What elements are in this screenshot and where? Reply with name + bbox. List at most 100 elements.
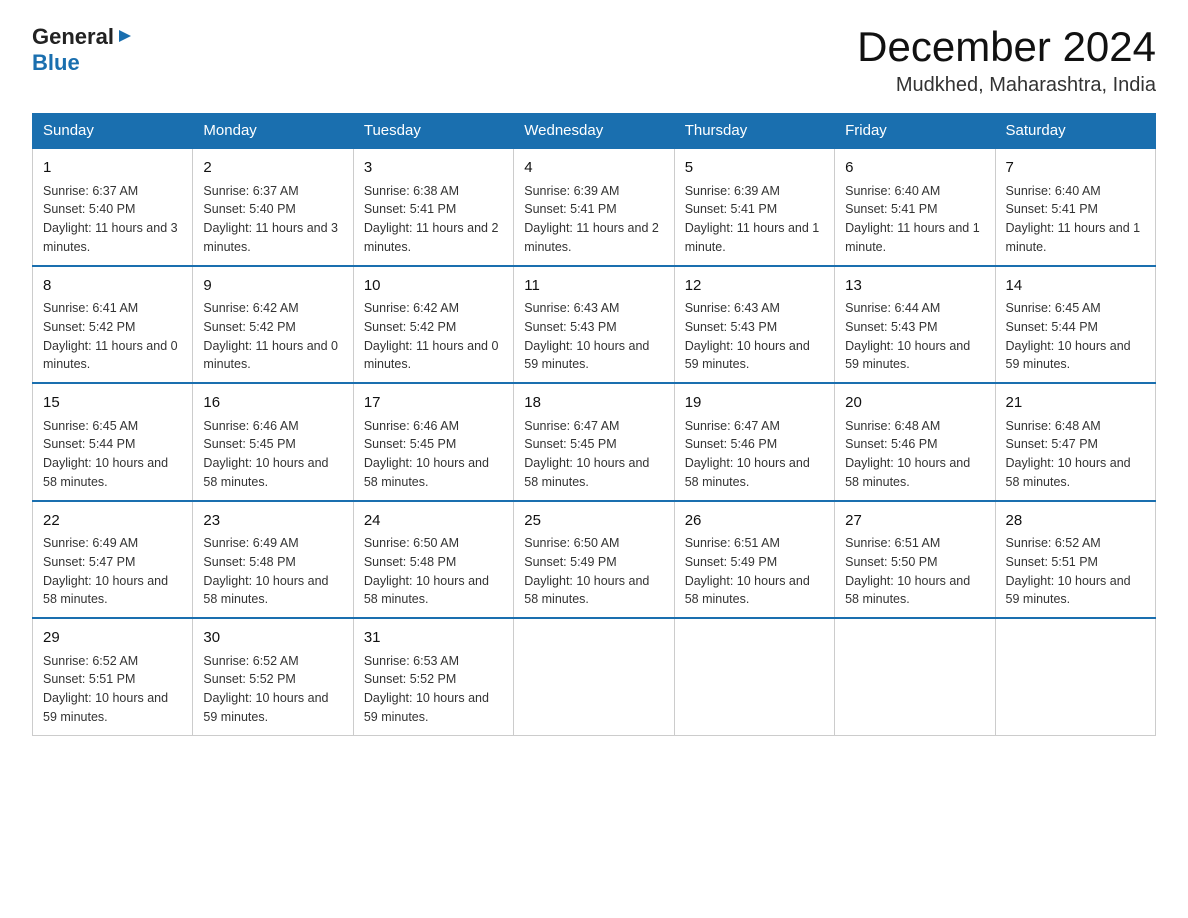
day-info: Sunrise: 6:40 AMSunset: 5:41 PMDaylight:… <box>845 182 984 257</box>
day-number: 26 <box>685 510 824 533</box>
day-info: Sunrise: 6:46 AMSunset: 5:45 PMDaylight:… <box>364 417 503 492</box>
calendar-cell: 30Sunrise: 6:52 AMSunset: 5:52 PMDayligh… <box>193 618 353 735</box>
calendar-cell: 2Sunrise: 6:37 AMSunset: 5:40 PMDaylight… <box>193 148 353 266</box>
calendar-subtitle: Mudkhed, Maharashtra, India <box>857 74 1156 97</box>
day-number: 17 <box>364 392 503 415</box>
page-header: General Blue December 2024 Mudkhed, Maha… <box>32 24 1156 97</box>
calendar-cell: 26Sunrise: 6:51 AMSunset: 5:49 PMDayligh… <box>674 501 834 619</box>
day-info: Sunrise: 6:49 AMSunset: 5:47 PMDaylight:… <box>43 534 182 609</box>
day-info: Sunrise: 6:44 AMSunset: 5:43 PMDaylight:… <box>845 299 984 374</box>
logo-triangle-icon <box>117 28 133 49</box>
day-info: Sunrise: 6:47 AMSunset: 5:46 PMDaylight:… <box>685 417 824 492</box>
calendar-week-row: 1 Sunrise: 6:37 AMSunset: 5:40 PMDaylight… <box>33 148 1156 266</box>
day-info: Sunrise: 6:38 AMSunset: 5:41 PMDaylight:… <box>364 182 503 257</box>
day-info: Sunrise: 6:40 AMSunset: 5:41 PMDaylight:… <box>1006 182 1145 257</box>
calendar-cell: 17Sunrise: 6:46 AMSunset: 5:45 PMDayligh… <box>353 383 513 501</box>
day-number: 28 <box>1006 510 1145 533</box>
day-info: Sunrise: 6:53 AMSunset: 5:52 PMDaylight:… <box>364 652 503 727</box>
day-number: 10 <box>364 275 503 298</box>
day-info: Sunrise: 6:47 AMSunset: 5:45 PMDaylight:… <box>524 417 663 492</box>
day-info: Sunrise: 6:39 AMSunset: 5:41 PMDaylight:… <box>524 182 663 257</box>
day-number: 23 <box>203 510 342 533</box>
day-info: Sunrise: 6:48 AMSunset: 5:47 PMDaylight:… <box>1006 417 1145 492</box>
calendar-cell <box>995 618 1155 735</box>
day-number: 25 <box>524 510 663 533</box>
day-number: 5 <box>685 157 824 180</box>
header-sunday: Sunday <box>33 114 193 149</box>
day-number: 30 <box>203 627 342 650</box>
day-info: Sunrise: 6:39 AMSunset: 5:41 PMDaylight:… <box>685 182 824 257</box>
calendar-cell: 29Sunrise: 6:52 AMSunset: 5:51 PMDayligh… <box>33 618 193 735</box>
day-info: Sunrise: 6:37 AMSunset: 5:40 PMDaylight:… <box>203 182 342 257</box>
calendar-cell <box>835 618 995 735</box>
day-info: Sunrise: 6:52 AMSunset: 5:51 PMDaylight:… <box>1006 534 1145 609</box>
calendar-cell: 15Sunrise: 6:45 AMSunset: 5:44 PMDayligh… <box>33 383 193 501</box>
calendar-cell: 5Sunrise: 6:39 AMSunset: 5:41 PMDaylight… <box>674 148 834 266</box>
header-monday: Monday <box>193 114 353 149</box>
day-info: Sunrise: 6:41 AMSunset: 5:42 PMDaylight:… <box>43 299 182 374</box>
calendar-table: SundayMondayTuesdayWednesdayThursdayFrid… <box>32 113 1156 736</box>
calendar-cell: 22Sunrise: 6:49 AMSunset: 5:47 PMDayligh… <box>33 501 193 619</box>
day-info: Sunrise: 6:52 AMSunset: 5:52 PMDaylight:… <box>203 652 342 727</box>
day-info: Sunrise: 6:50 AMSunset: 5:49 PMDaylight:… <box>524 534 663 609</box>
day-number: 13 <box>845 275 984 298</box>
day-number: 14 <box>1006 275 1145 298</box>
calendar-cell: 23Sunrise: 6:49 AMSunset: 5:48 PMDayligh… <box>193 501 353 619</box>
day-info: Sunrise: 6:48 AMSunset: 5:46 PMDaylight:… <box>845 417 984 492</box>
day-info: Sunrise: 6:52 AMSunset: 5:51 PMDaylight:… <box>43 652 182 727</box>
logo-blue-text: Blue <box>32 50 80 76</box>
day-number: 9 <box>203 275 342 298</box>
day-number: 21 <box>1006 392 1145 415</box>
calendar-week-row: 8Sunrise: 6:41 AMSunset: 5:42 PMDaylight… <box>33 266 1156 384</box>
day-number: 8 <box>43 275 182 298</box>
calendar-title: December 2024 <box>857 24 1156 70</box>
day-info: Sunrise: 6:45 AMSunset: 5:44 PMDaylight:… <box>43 417 182 492</box>
day-number: 1 <box>43 157 182 180</box>
day-number: 16 <box>203 392 342 415</box>
day-number: 29 <box>43 627 182 650</box>
day-number: 22 <box>43 510 182 533</box>
calendar-week-row: 29Sunrise: 6:52 AMSunset: 5:51 PMDayligh… <box>33 618 1156 735</box>
day-number: 6 <box>845 157 984 180</box>
calendar-cell <box>674 618 834 735</box>
day-info: Sunrise: 6:43 AMSunset: 5:43 PMDaylight:… <box>524 299 663 374</box>
calendar-cell: 31Sunrise: 6:53 AMSunset: 5:52 PMDayligh… <box>353 618 513 735</box>
calendar-cell: 21Sunrise: 6:48 AMSunset: 5:47 PMDayligh… <box>995 383 1155 501</box>
header-friday: Friday <box>835 114 995 149</box>
day-info: Sunrise: 6:45 AMSunset: 5:44 PMDaylight:… <box>1006 299 1145 374</box>
calendar-cell: 20Sunrise: 6:48 AMSunset: 5:46 PMDayligh… <box>835 383 995 501</box>
calendar-cell: 13Sunrise: 6:44 AMSunset: 5:43 PMDayligh… <box>835 266 995 384</box>
calendar-header-row: SundayMondayTuesdayWednesdayThursdayFrid… <box>33 114 1156 149</box>
calendar-cell: 7Sunrise: 6:40 AMSunset: 5:41 PMDaylight… <box>995 148 1155 266</box>
calendar-cell: 27Sunrise: 6:51 AMSunset: 5:50 PMDayligh… <box>835 501 995 619</box>
calendar-cell: 19Sunrise: 6:47 AMSunset: 5:46 PMDayligh… <box>674 383 834 501</box>
day-number: 18 <box>524 392 663 415</box>
day-number: 3 <box>364 157 503 180</box>
calendar-cell: 3Sunrise: 6:38 AMSunset: 5:41 PMDaylight… <box>353 148 513 266</box>
calendar-cell: 25Sunrise: 6:50 AMSunset: 5:49 PMDayligh… <box>514 501 674 619</box>
day-info: Sunrise: 6:51 AMSunset: 5:49 PMDaylight:… <box>685 534 824 609</box>
day-number: 12 <box>685 275 824 298</box>
day-info: Sunrise: 6:42 AMSunset: 5:42 PMDaylight:… <box>364 299 503 374</box>
day-number: 19 <box>685 392 824 415</box>
day-number: 15 <box>43 392 182 415</box>
calendar-cell: 28Sunrise: 6:52 AMSunset: 5:51 PMDayligh… <box>995 501 1155 619</box>
calendar-cell: 10Sunrise: 6:42 AMSunset: 5:42 PMDayligh… <box>353 266 513 384</box>
day-info: Sunrise: 6:43 AMSunset: 5:43 PMDaylight:… <box>685 299 824 374</box>
day-info: Sunrise: 6:51 AMSunset: 5:50 PMDaylight:… <box>845 534 984 609</box>
day-number: 7 <box>1006 157 1145 180</box>
calendar-cell: 24Sunrise: 6:50 AMSunset: 5:48 PMDayligh… <box>353 501 513 619</box>
calendar-cell: 6Sunrise: 6:40 AMSunset: 5:41 PMDaylight… <box>835 148 995 266</box>
calendar-week-row: 22Sunrise: 6:49 AMSunset: 5:47 PMDayligh… <box>33 501 1156 619</box>
day-number: 24 <box>364 510 503 533</box>
day-info: Sunrise: 6:50 AMSunset: 5:48 PMDaylight:… <box>364 534 503 609</box>
header-thursday: Thursday <box>674 114 834 149</box>
day-info: Sunrise: 6:46 AMSunset: 5:45 PMDaylight:… <box>203 417 342 492</box>
day-info: Sunrise: 6:49 AMSunset: 5:48 PMDaylight:… <box>203 534 342 609</box>
calendar-week-row: 15Sunrise: 6:45 AMSunset: 5:44 PMDayligh… <box>33 383 1156 501</box>
header-tuesday: Tuesday <box>353 114 513 149</box>
calendar-cell <box>514 618 674 735</box>
day-number: 4 <box>524 157 663 180</box>
calendar-cell: 8Sunrise: 6:41 AMSunset: 5:42 PMDaylight… <box>33 266 193 384</box>
day-number: 31 <box>364 627 503 650</box>
